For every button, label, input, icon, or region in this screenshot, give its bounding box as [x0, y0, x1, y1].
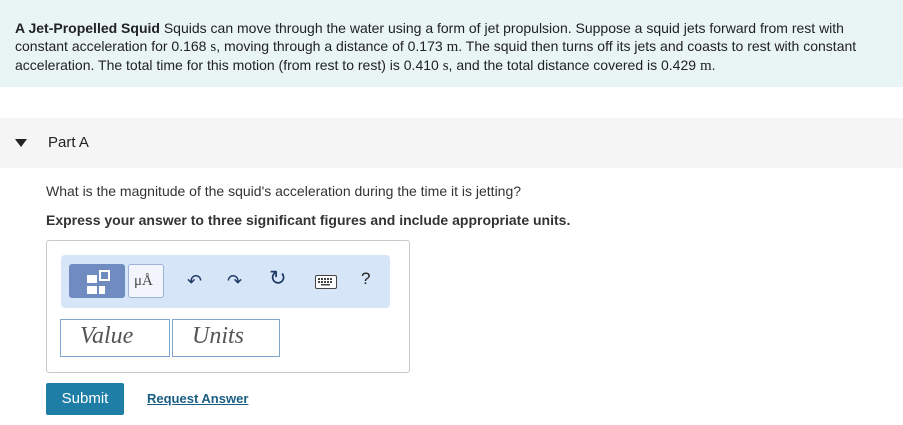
templates-button[interactable] — [69, 264, 125, 298]
units-icon: μÅ — [134, 273, 153, 289]
template-exponent-icon — [99, 270, 110, 281]
collapse-triangle-icon[interactable] — [15, 139, 27, 147]
question-text: What is the magnitude of the squid's acc… — [46, 183, 522, 199]
value-input[interactable]: Value — [60, 319, 170, 357]
math-toolbar: μÅ ↶ ↷ ↻ ? — [61, 255, 390, 308]
submit-button[interactable]: Submit — [46, 383, 124, 415]
unit-meters-1: m — [446, 39, 459, 55]
keyboard-icon[interactable] — [315, 275, 337, 289]
template-block-icon — [87, 286, 97, 294]
request-answer-link[interactable]: Request Answer — [147, 391, 248, 406]
redo-icon[interactable]: ↷ — [227, 270, 242, 292]
units-input[interactable]: Units — [172, 319, 280, 357]
problem-title: A Jet-Propelled Squid — [15, 20, 160, 36]
instruction-text: Express your answer to three significant… — [46, 212, 571, 228]
unit-meters-2: m — [699, 58, 712, 74]
part-label: Part A — [48, 134, 89, 151]
undo-icon[interactable]: ↶ — [187, 270, 202, 292]
problem-text-2: , moving through a distance of 0.173 — [216, 38, 447, 54]
template-block-icon — [99, 286, 105, 294]
part-a-header[interactable]: Part A — [0, 118, 903, 168]
reset-icon[interactable]: ↻ — [269, 268, 287, 290]
problem-text-4: , and the total distance covered is 0.42… — [448, 57, 700, 73]
problem-statement: A Jet-Propelled Squid Squids can move th… — [0, 0, 903, 87]
template-block-icon — [87, 275, 97, 283]
units-button[interactable]: μÅ — [128, 264, 164, 298]
problem-text-5: . — [711, 57, 716, 73]
answer-box: μÅ ↶ ↷ ↻ ? Value Units — [46, 240, 410, 373]
help-icon[interactable]: ? — [361, 269, 370, 289]
